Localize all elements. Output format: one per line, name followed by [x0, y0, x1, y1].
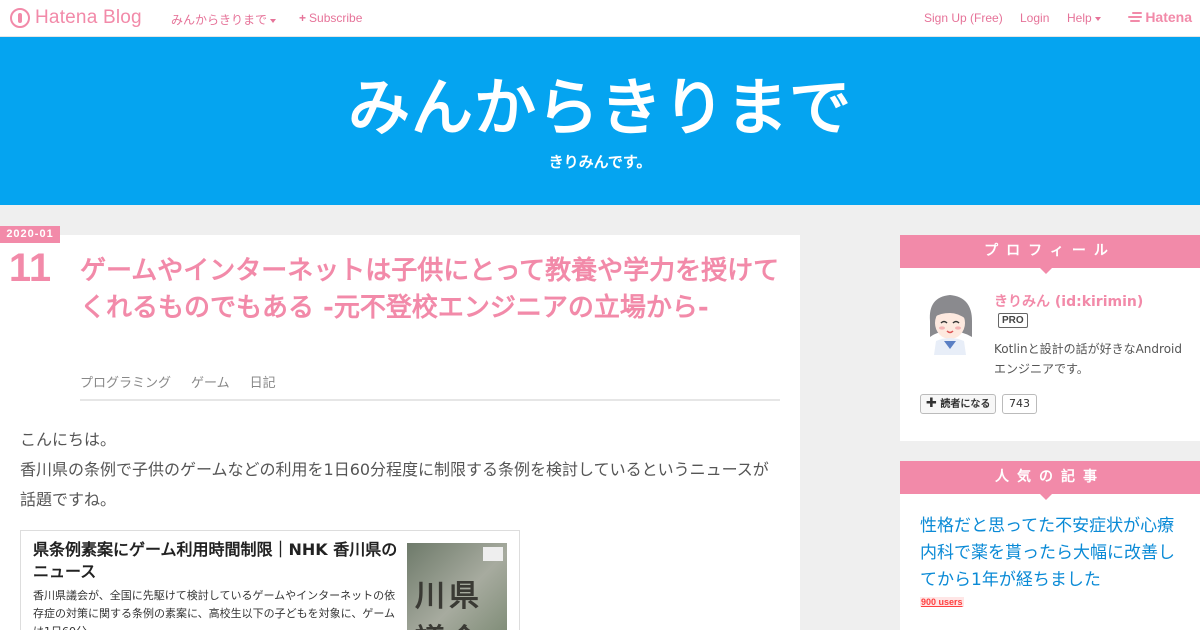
entry-card: ゲームやインターネットは子供にとって教養や学力を授けてくれるものでもある -元不…	[0, 235, 800, 630]
hatena-blog-icon	[10, 8, 30, 28]
pro-badge: PRO	[998, 313, 1028, 328]
entry-date[interactable]: 2020-01 11	[0, 226, 60, 294]
category-link[interactable]: ゲーム	[191, 372, 230, 391]
reader-count: 743	[1002, 394, 1037, 414]
embed-thumbnail[interactable]: 川県議会	[407, 543, 507, 630]
blog-header: みんからきりまで きりみんです。	[0, 37, 1200, 205]
popular-entry-link[interactable]: 性格だと思ってた不安症状が心療内科で薬を貰ったら大幅に改善してから1年が経ちまし…	[920, 513, 1185, 594]
entry-body: こんにちは。 香川県の条例で子供のゲームなどの利用を1日60分程度に制限する条例…	[20, 425, 780, 515]
blog-title[interactable]: みんからきりまで	[0, 69, 1200, 147]
subscribe-label: Subscribe	[309, 11, 363, 25]
subscribe-reader-button[interactable]: ✚ 読者になる	[920, 394, 997, 414]
author-name[interactable]: きりみん (id:kirimin)	[994, 291, 1143, 311]
module-title: 人気の記事	[900, 461, 1200, 500]
popular-entries-module: 人気の記事 性格だと思ってた不安症状が心療内科で薬を貰ったら大幅に改善してから1…	[900, 461, 1200, 630]
title-divider	[80, 399, 780, 401]
chevron-down-icon	[1094, 16, 1101, 21]
global-header: Hatena Blog みんからきりまで + Subscribe Sign Up …	[0, 0, 1200, 37]
help-label: Help	[1067, 11, 1092, 25]
subscribe-reader-label: 読者になる	[940, 399, 991, 410]
thumbnail-text: 川県議会	[415, 579, 483, 630]
brand-name: Hatena Blog	[35, 7, 142, 28]
entry-categories: プログラミング ゲーム 日記	[80, 372, 276, 391]
plus-icon: ✚	[926, 396, 937, 411]
hatena-mark-icon	[1128, 12, 1143, 22]
bookmark-users-badge[interactable]: 900 users	[920, 597, 964, 607]
subscribe-link[interactable]: + Subscribe	[299, 11, 362, 25]
blog-menu-label: みんからきりまで	[171, 13, 268, 27]
body-paragraph: こんにちは。	[20, 430, 117, 449]
plus-icon: +	[299, 11, 307, 25]
hatena-logo-text: Hatena	[1145, 9, 1192, 25]
author-description: Kotlinと設計の話が好きなAndroidエンジニアです。	[994, 342, 1182, 376]
category-link[interactable]: プログラミング	[80, 372, 171, 391]
chevron-down-icon	[270, 18, 277, 23]
embed-title[interactable]: 県条例素案にゲーム利用時間制限｜NHK 香川県のニュース	[33, 539, 403, 583]
avatar[interactable]	[922, 291, 978, 355]
login-link[interactable]: Login	[1020, 11, 1049, 25]
blog-description: きりみんです。	[548, 153, 652, 171]
date-day: 11	[0, 243, 60, 294]
entry-title[interactable]: ゲームやインターネットは子供にとって教養や学力を授けてくれるものでもある -元不…	[80, 253, 780, 327]
hatena-blog-logo[interactable]: Hatena Blog	[10, 7, 142, 29]
blog-menu-dropdown[interactable]: みんからきりまで	[171, 11, 277, 28]
help-dropdown[interactable]: Help	[1067, 11, 1101, 25]
category-link[interactable]: 日記	[250, 372, 276, 391]
date-year-month: 2020-01	[0, 226, 60, 243]
profile-module: プロフィール きりみん (id:kirimin) PRO Kotlinと設計の話…	[900, 235, 1200, 441]
embed-description: 香川県議会が、全国に先駆けて検討しているゲームやインターネットの依存症の対策に関…	[33, 589, 396, 630]
embed-card[interactable]: 県条例素案にゲーム利用時間制限｜NHK 香川県のニュース 香川県議会が、全国に先…	[20, 530, 520, 630]
thumbnail-sign	[483, 547, 503, 561]
body-paragraph: 香川県の条例で子供のゲームなどの利用を1日60分程度に制限する条例を検討している…	[20, 460, 769, 509]
signup-link[interactable]: Sign Up (Free)	[924, 11, 1003, 25]
module-title: プロフィール	[900, 235, 1200, 274]
hatena-logo[interactable]: Hatena	[1128, 9, 1192, 25]
